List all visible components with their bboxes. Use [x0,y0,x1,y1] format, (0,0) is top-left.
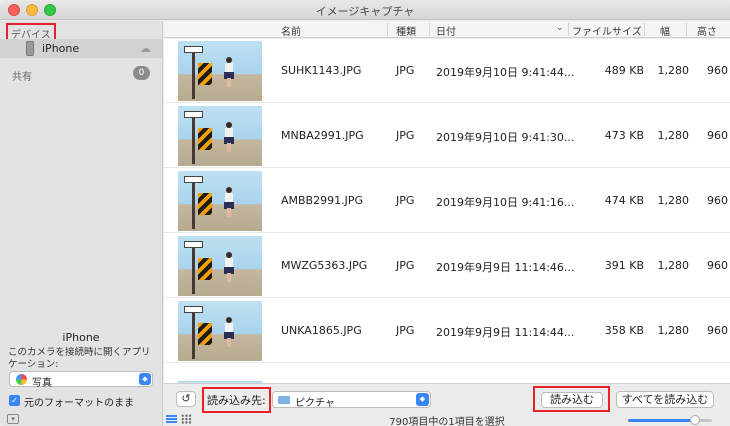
file-date: 2019年9月10日 9:41:30... [436,131,575,144]
image-height: 960 [707,259,728,272]
column-divider [644,23,645,36]
file-name: MNBA2991.JPG [281,129,364,142]
file-date: 2019年9月10日 9:41:44... [436,66,575,79]
toggle-sidebar-icon[interactable]: ▾ [7,414,19,424]
table-row[interactable]: SUHK1143.JPG JPG 2019年9月10日 9:41:44... 4… [164,39,730,103]
table-row[interactable]: UNKA1865.JPG JPG 2019年9月9日 11:14:44... 3… [164,299,730,363]
file-date: 2019年9月9日 11:14:46... [436,261,575,274]
image-width: 1,280 [657,194,690,207]
column-divider [568,23,569,36]
import-all-button[interactable]: すべてを読み込む [616,391,714,408]
device-title: iPhone [62,331,100,344]
photo-thumbnail [178,236,262,296]
image-capture-window: イメージキャプチャ デバイス iPhone ☁ 共有 0 iPhone このカメ… [0,0,730,426]
image-width: 1,280 [657,324,690,337]
sort-descending-icon: ⌄ [556,23,564,33]
file-list[interactable]: SUHK1143.JPG JPG 2019年9月10日 9:41:44... 4… [164,39,730,383]
table-row[interactable]: MNBA2991.JPG JPG 2019年9月10日 9:41:30... 4… [164,104,730,168]
column-header-height[interactable]: 高さ [697,23,717,38]
import-destination-select[interactable]: ピクチャ ◆ [272,391,431,409]
photo-thumbnail [178,41,262,101]
file-size: 474 KB [604,194,644,207]
select-arrows-icon: ◆ [416,393,429,406]
file-kind: JPG [396,324,415,337]
column-header-kind[interactable]: 種類 [396,23,416,38]
cloud-icon: ☁ [140,42,151,55]
shared-count-badge: 0 [133,66,150,80]
title-bar: イメージキャプチャ [0,0,730,20]
import-button-highlight: 読み込む [533,386,610,412]
column-divider [387,23,388,36]
photo-thumbnail [178,301,262,361]
file-name: UNKA1865.JPG [281,324,362,337]
file-size: 473 KB [604,129,644,142]
image-width: 1,280 [657,259,690,272]
image-height: 960 [707,64,728,77]
file-kind: JPG [396,259,415,272]
open-app-caption: このカメラを接続時に開くアプリケーション: [8,347,151,370]
file-kind: JPG [396,64,415,77]
file-name: AMBB2991.JPG [281,194,364,207]
open-app-value: 写真 [32,378,52,389]
sidebar: デバイス iPhone ☁ 共有 0 iPhone このカメラを接続時に開くアプ… [0,21,163,426]
photo-thumbnail [178,106,262,166]
import-button[interactable]: 読み込む [541,392,603,408]
photos-app-icon [16,374,27,385]
import-to-label: 読み込み先: [202,387,271,413]
file-date: 2019年9月10日 9:41:16... [436,196,575,209]
thumbnail-size-slider[interactable] [628,415,712,425]
file-kind: JPG [396,194,415,207]
bottom-toolbar: ↺ 読み込み先: ピクチャ ◆ 読み込む すべてを読み込む 790項目中の1項目… [164,383,730,426]
table-row[interactable]: AMBB2991.JPG JPG 2019年9月10日 9:41:16... 4… [164,169,730,233]
column-divider [429,23,430,36]
slider-fill [628,419,696,422]
column-divider [686,23,687,36]
column-header-size[interactable]: ファイルサイズ [572,23,642,38]
phone-icon [26,41,34,56]
device-name-label: iPhone [42,42,80,55]
file-size: 391 KB [604,259,644,272]
keep-format-checkbox[interactable]: ✓ [9,395,20,406]
column-header-name[interactable]: 名前 [281,23,301,38]
rotate-button[interactable]: ↺ [176,391,196,407]
main-area: 名前 種類 日付 ⌄ ファイルサイズ 幅 高さ SUHK1143.JPG JPG… [164,21,730,426]
file-size: 358 KB [604,324,644,337]
file-name: SUHK1143.JPG [281,64,362,77]
file-size: 489 KB [604,64,644,77]
sidebar-item-iphone[interactable]: iPhone ☁ [0,39,162,58]
column-header-width[interactable]: 幅 [660,23,670,38]
table-header: 名前 種類 日付 ⌄ ファイルサイズ 幅 高さ [164,21,730,38]
open-app-select[interactable]: 写真 ◆ [9,371,153,389]
file-name: MWZG5363.JPG [281,259,368,272]
table-row[interactable]: MWZG5363.JPG JPG 2019年9月9日 11:14:46... 3… [164,234,730,298]
window-title: イメージキャプチャ [315,5,415,18]
image-height: 960 [707,194,728,207]
select-arrows-icon: ◆ [139,373,151,385]
shared-heading: 共有 [12,72,32,83]
keep-format-label: 元のフォーマットのまま [24,398,134,409]
folder-icon [278,396,290,404]
photo-thumbnail [178,171,262,231]
image-width: 1,280 [657,64,690,77]
file-date: 2019年9月9日 11:14:44... [436,326,575,339]
image-height: 960 [707,324,728,337]
import-destination-value: ピクチャ [295,398,335,409]
image-width: 1,280 [657,129,690,142]
file-kind: JPG [396,129,415,142]
column-header-date[interactable]: 日付 [436,23,456,38]
image-height: 960 [707,129,728,142]
